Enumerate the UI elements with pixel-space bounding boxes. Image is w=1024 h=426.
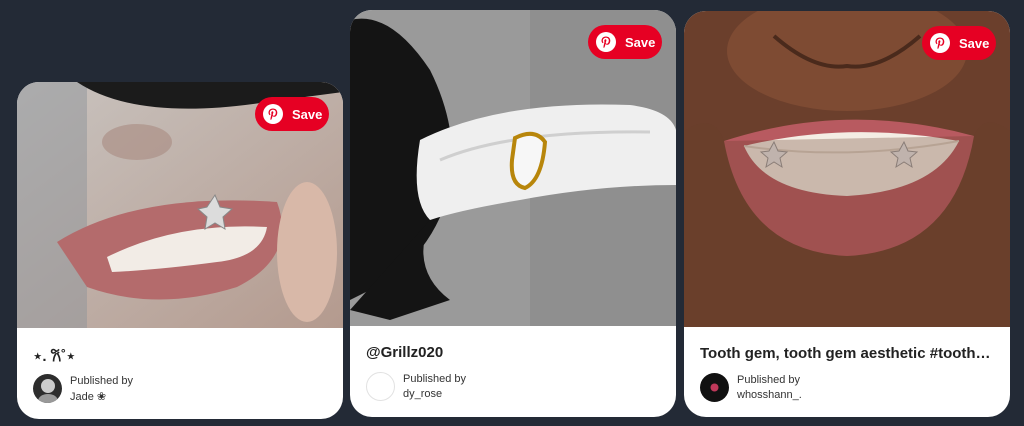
publisher-info[interactable]: Published by Jade ❀ <box>33 374 323 404</box>
pin-card[interactable]: Save Tooth gem, tooth gem aesthetic #too… <box>684 11 1010 417</box>
save-button[interactable]: Save <box>255 97 329 131</box>
published-by-label: Published by <box>403 373 466 385</box>
avatar[interactable] <box>700 373 729 402</box>
publisher-info[interactable]: Published by whosshann_. <box>700 373 990 403</box>
save-label: Save <box>959 35 990 51</box>
avatar[interactable] <box>366 372 395 401</box>
save-button[interactable]: Save <box>922 26 996 60</box>
publisher-name[interactable]: Jade ❀ <box>70 390 106 403</box>
pinterest-icon <box>263 104 283 124</box>
pin-caption[interactable]: ⋆. 𐙚˚⋆ <box>33 346 329 366</box>
pin-caption[interactable]: @Grillz020 <box>366 344 662 361</box>
pin-card[interactable]: Save ⋆. 𐙚˚⋆ Published by Jade ❀ <box>17 82 343 419</box>
pinterest-icon <box>930 33 950 53</box>
publisher-info[interactable]: Published by dy_rose <box>366 372 656 402</box>
save-label: Save <box>625 34 656 50</box>
save-label: Save <box>292 106 323 122</box>
publisher-name[interactable]: whosshann_. <box>737 389 802 401</box>
avatar[interactable] <box>33 374 62 403</box>
publisher-name[interactable]: dy_rose <box>403 388 442 400</box>
pin-caption[interactable]: Tooth gem, tooth gem aesthetic #tooth… <box>700 345 996 362</box>
published-by-label: Published by <box>737 374 800 386</box>
published-by-label: Published by <box>70 375 133 387</box>
save-button[interactable]: Save <box>588 25 662 59</box>
pin-card[interactable]: Save @Grillz020 Published by dy_rose <box>350 10 676 417</box>
pinterest-icon <box>596 32 616 52</box>
